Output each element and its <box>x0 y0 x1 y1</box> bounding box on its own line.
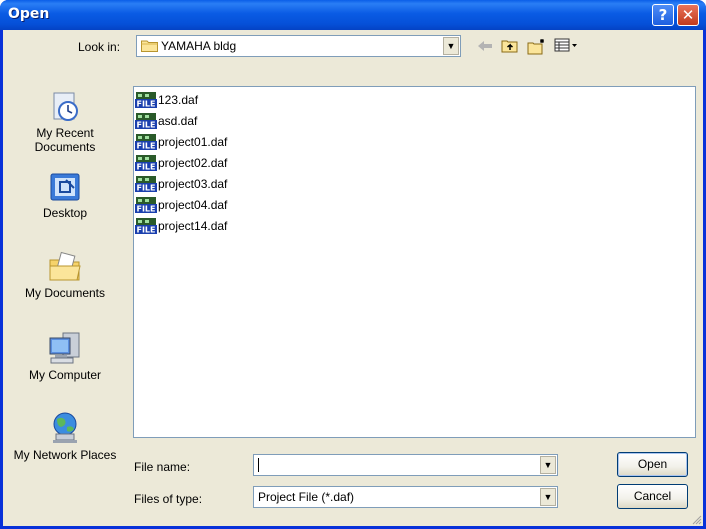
svg-text:FILE: FILE <box>136 121 155 130</box>
dialog-client-area: Look in: YAMAHA bldg ▼ My Recent Documen… <box>3 30 703 526</box>
daf-file-icon: FILE <box>135 91 157 108</box>
cancel-button[interactable]: Cancel <box>617 484 688 509</box>
file-name-label: File name: <box>134 460 191 474</box>
open-dialog-window: Open ? ✕ Look in: YAMAHA bldg ▼ My Recen… <box>0 0 706 529</box>
file-item[interactable]: FILE project03.daf <box>135 174 227 193</box>
daf-file-icon: FILE <box>135 196 157 213</box>
file-item[interactable]: FILE project04.daf <box>135 195 227 214</box>
file-name: project04.daf <box>158 197 228 212</box>
file-type-chevron-down-icon[interactable]: ▼ <box>540 488 556 506</box>
file-name: project14.daf <box>158 218 228 233</box>
text-caret <box>258 458 259 472</box>
place-label: My Recent Documents <box>34 126 96 154</box>
up-folder-icon[interactable] <box>500 38 520 56</box>
new-folder-icon[interactable] <box>527 38 547 56</box>
file-name: project02.daf <box>158 155 228 170</box>
daf-file-icon: FILE <box>135 217 157 234</box>
file-name-input[interactable]: ▼ <box>253 454 558 476</box>
views-menu-icon[interactable] <box>553 38 579 56</box>
back-arrow-icon[interactable] <box>475 38 495 56</box>
svg-text:FILE: FILE <box>136 142 155 151</box>
daf-file-icon: FILE <box>135 112 157 129</box>
file-name: project03.daf <box>158 176 228 191</box>
place-my-documents[interactable]: My Documents <box>5 250 125 300</box>
title-bar[interactable]: Open ? ✕ <box>0 0 706 30</box>
open-button[interactable]: Open <box>617 452 688 477</box>
look-in-chevron-down-icon[interactable]: ▼ <box>443 37 459 55</box>
file-type-select[interactable]: Project File (*.daf) ▼ <box>253 486 558 508</box>
place-label: My Computer <box>28 368 102 382</box>
svg-text:FILE: FILE <box>136 163 155 172</box>
place-my-network-places[interactable]: My Network Places <box>5 410 125 462</box>
svg-text:FILE: FILE <box>136 226 155 235</box>
place-desktop[interactable]: Desktop <box>5 170 125 220</box>
place-my-computer[interactable]: My Computer <box>5 330 125 382</box>
recent-documents-icon <box>53 92 78 121</box>
place-label: My Network Places <box>13 448 117 462</box>
my-documents-icon <box>49 251 81 281</box>
svg-text:FILE: FILE <box>136 205 155 214</box>
file-type-value: Project File (*.daf) <box>258 490 355 504</box>
svg-text:FILE: FILE <box>136 100 155 109</box>
file-type-label: Files of type: <box>134 492 203 506</box>
file-item[interactable]: FILE 123.daf <box>135 90 198 109</box>
folder-icon <box>141 40 158 52</box>
network-places-icon <box>53 412 77 443</box>
my-computer-icon <box>49 332 80 364</box>
resize-grip-icon[interactable] <box>690 513 702 525</box>
look-in-value: YAMAHA bldg <box>161 39 237 53</box>
svg-text:FILE: FILE <box>136 184 155 193</box>
place-label: Desktop <box>42 206 88 220</box>
window-title: Open <box>8 6 50 22</box>
daf-file-icon: FILE <box>135 154 157 171</box>
help-button[interactable]: ? <box>652 4 674 26</box>
file-item[interactable]: FILE project01.daf <box>135 132 227 151</box>
look-in-dropdown[interactable]: YAMAHA bldg ▼ <box>136 35 461 57</box>
places-bar: My Recent Documents Desktop My Documents <box>5 80 125 525</box>
daf-file-icon: FILE <box>135 175 157 192</box>
file-item[interactable]: FILE project02.daf <box>135 153 227 172</box>
file-item[interactable]: FILE project14.daf <box>135 216 227 235</box>
file-list[interactable]: FILE 123.daf FILE asd.daf FILE project01… <box>133 86 696 438</box>
daf-file-icon: FILE <box>135 133 157 150</box>
place-label: My Documents <box>24 286 106 300</box>
file-name: 123.daf <box>158 92 199 107</box>
look-in-label: Look in: <box>78 40 121 54</box>
file-name: project01.daf <box>158 134 228 149</box>
desktop-icon <box>50 173 80 201</box>
close-button[interactable]: ✕ <box>677 4 699 26</box>
file-name-chevron-down-icon[interactable]: ▼ <box>540 456 556 474</box>
place-my-recent-documents[interactable]: My Recent Documents <box>5 90 125 154</box>
file-item[interactable]: FILE asd.daf <box>135 111 197 130</box>
file-name: asd.daf <box>158 113 198 128</box>
